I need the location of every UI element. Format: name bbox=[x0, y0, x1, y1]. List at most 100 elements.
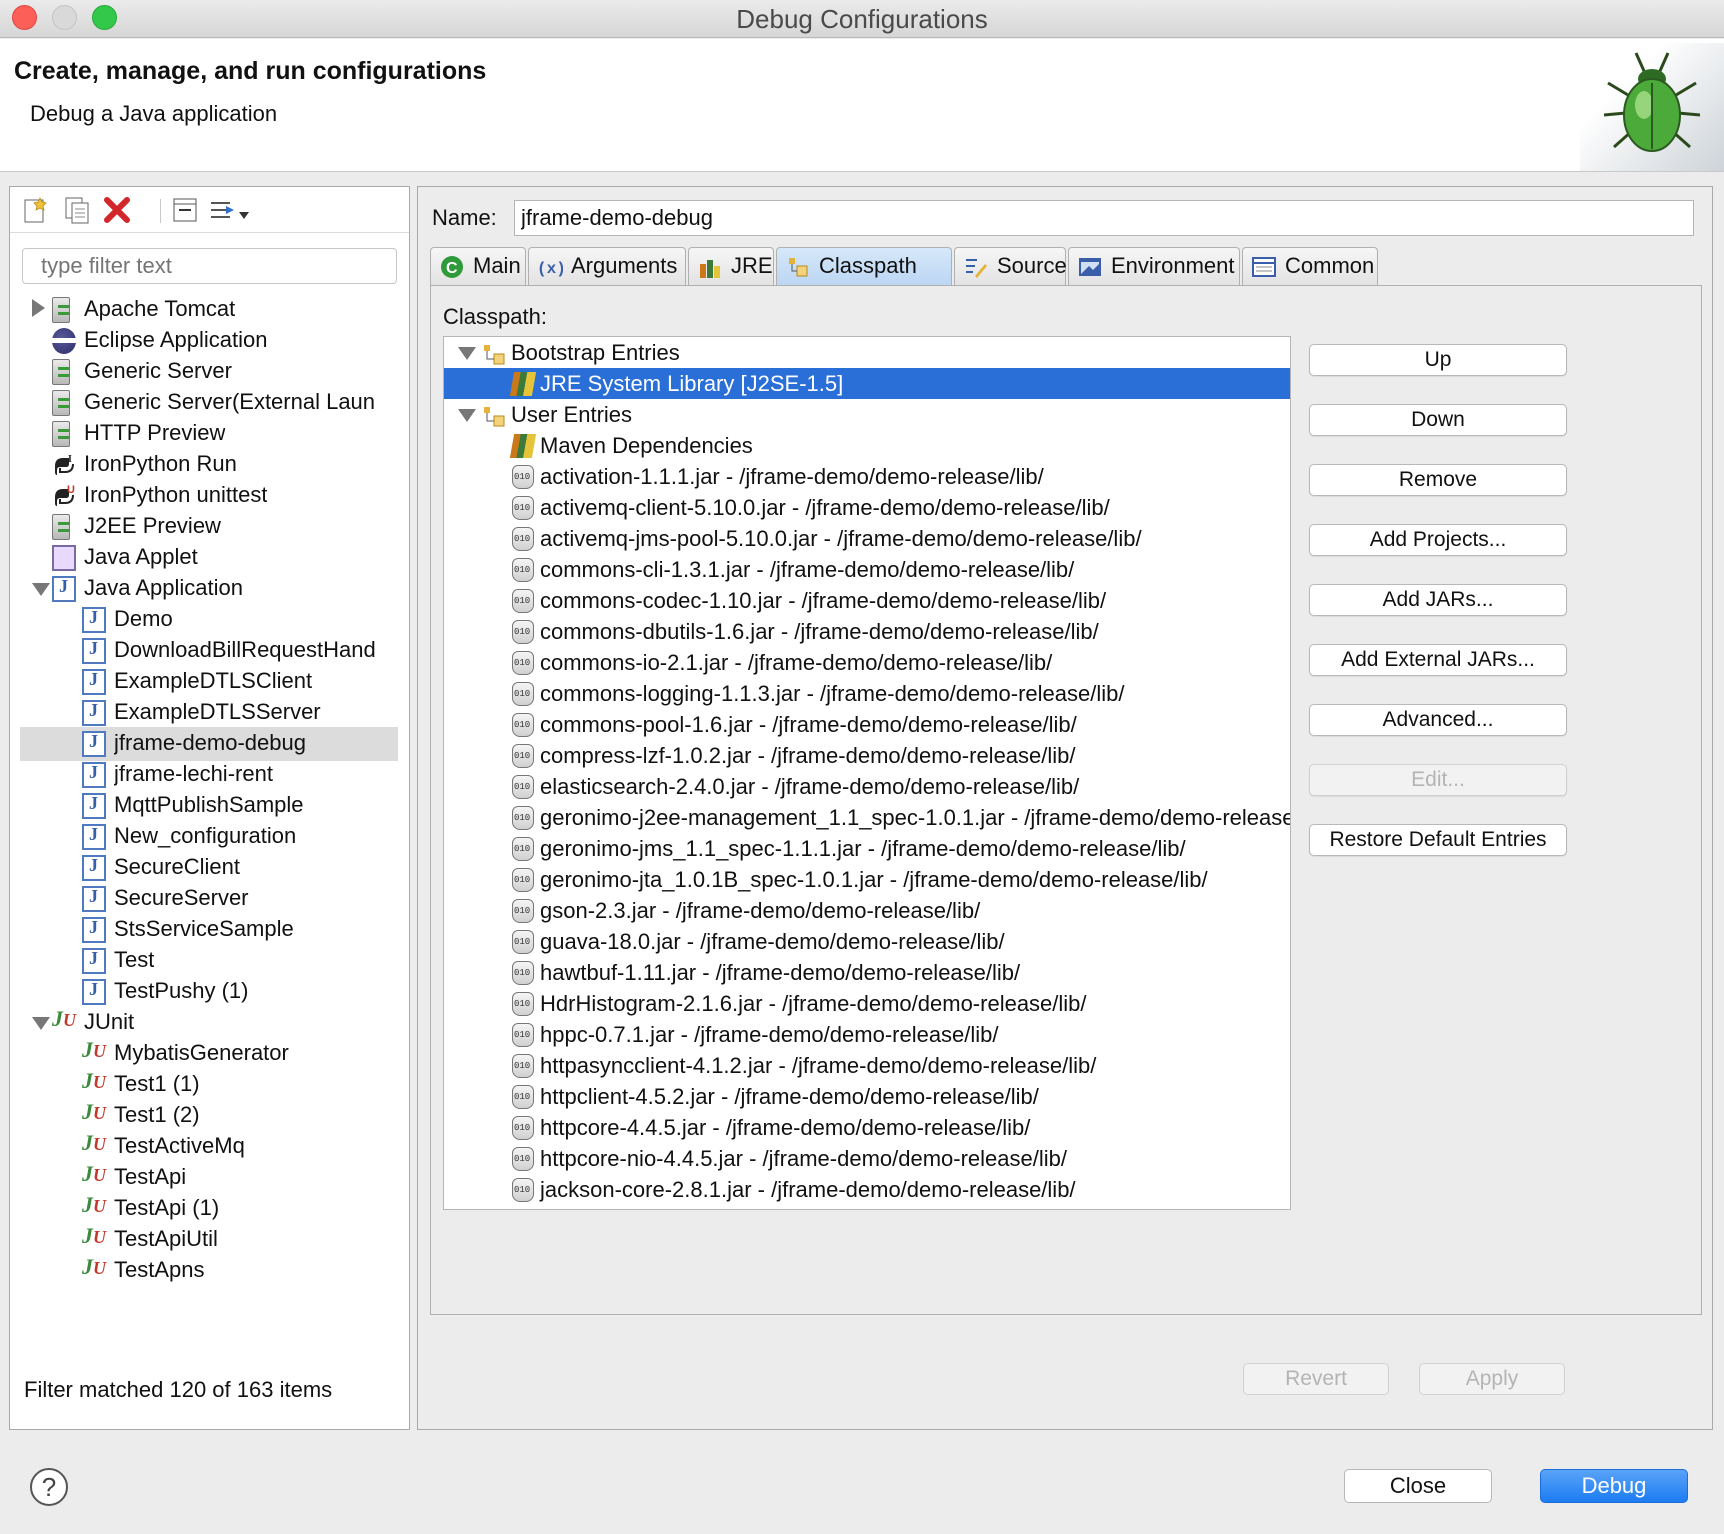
close-button[interactable]: Close bbox=[1344, 1469, 1492, 1503]
expanded-arrow-icon[interactable] bbox=[32, 1017, 50, 1030]
duplicate-icon[interactable] bbox=[62, 195, 92, 225]
classpath-entry[interactable]: guava-18.0.jar - /jframe-demo/demo-relea… bbox=[444, 926, 1290, 957]
tree-item[interactable]: DownloadBillRequestHand bbox=[10, 634, 409, 668]
tree-item[interactable]: StsServiceSample bbox=[10, 913, 409, 947]
tree-item[interactable]: SecureServer bbox=[10, 882, 409, 916]
classpath-entry[interactable]: elasticsearch-2.4.0.jar - /jframe-demo/d… bbox=[444, 771, 1290, 802]
collapsed-arrow-icon[interactable] bbox=[32, 299, 45, 317]
jar-icon bbox=[512, 620, 534, 644]
tree-item[interactable]: Apache Tomcat bbox=[10, 293, 409, 327]
advanced-button[interactable]: Advanced... bbox=[1309, 704, 1567, 736]
classpath-entry[interactable]: httpcore-nio-4.4.5.jar - /jframe-demo/de… bbox=[444, 1143, 1290, 1174]
tree-item[interactable]: Java Applet bbox=[10, 541, 409, 575]
classpath-entry[interactable]: activation-1.1.1.jar - /jframe-demo/demo… bbox=[444, 461, 1290, 492]
classpath-entry[interactable]: commons-logging-1.1.3.jar - /jframe-demo… bbox=[444, 678, 1290, 709]
tab-arguments[interactable]: (x)= Arguments bbox=[528, 247, 686, 285]
collapse-all-icon[interactable] bbox=[170, 195, 200, 225]
tree-item[interactable]: New_configuration bbox=[10, 820, 409, 854]
new-configuration-icon[interactable] bbox=[20, 195, 50, 225]
add-projects-button[interactable]: Add Projects... bbox=[1309, 524, 1567, 556]
tree-item[interactable]: Demo bbox=[10, 603, 409, 637]
delete-icon[interactable] bbox=[102, 195, 132, 225]
classpath-entry[interactable]: httpclient-4.5.2.jar - /jframe-demo/demo… bbox=[444, 1081, 1290, 1112]
remove-button[interactable]: Remove bbox=[1309, 464, 1567, 496]
tree-item[interactable]: JU TestApi (1) bbox=[10, 1192, 409, 1226]
tab-jre[interactable]: JRE bbox=[688, 247, 774, 285]
classpath-entry[interactable]: geronimo-jta_1.0.1B_spec-1.0.1.jar - /jf… bbox=[444, 864, 1290, 895]
source-icon bbox=[963, 254, 989, 280]
classpath-entry[interactable]: geronimo-jms_1.1_spec-1.1.1.jar - /jfram… bbox=[444, 833, 1290, 864]
debug-button[interactable]: Debug bbox=[1540, 1469, 1688, 1503]
tree-item[interactable]: jframe-demo-debug bbox=[20, 727, 398, 761]
classpath-entry[interactable]: jackson-core-2.8.1.jar - /jframe-demo/de… bbox=[444, 1174, 1290, 1205]
up-button[interactable]: Up bbox=[1309, 344, 1567, 376]
tab-main[interactable]: C Main bbox=[430, 247, 526, 285]
tree-item[interactable]: TestPushy (1) bbox=[10, 975, 409, 1009]
tree-item[interactable]: JU MybatisGenerator bbox=[10, 1037, 409, 1071]
help-button[interactable]: ? bbox=[30, 1468, 68, 1506]
tree-item[interactable]: J2EE Preview bbox=[10, 510, 409, 544]
classpath-entry[interactable]: httpasyncclient-4.1.2.jar - /jframe-demo… bbox=[444, 1050, 1290, 1081]
jar-icon bbox=[512, 527, 534, 551]
classpath-entry[interactable]: commons-cli-1.3.1.jar - /jframe-demo/dem… bbox=[444, 554, 1290, 585]
classpath-entry[interactable]: geronimo-j2ee-management_1.1_spec-1.0.1.… bbox=[444, 802, 1290, 833]
chevron-down-icon[interactable] bbox=[238, 201, 250, 219]
tree-item[interactable]: JU Test1 (2) bbox=[10, 1099, 409, 1133]
ironpython-unittest-icon: U bbox=[52, 483, 76, 509]
filter-input[interactable] bbox=[22, 248, 397, 284]
classpath-entry[interactable]: activemq-client-5.10.0.jar - /jframe-dem… bbox=[444, 492, 1290, 523]
classpath-entry[interactable]: httpcore-4.4.5.jar - /jframe-demo/demo-r… bbox=[444, 1112, 1290, 1143]
expanded-arrow-icon[interactable] bbox=[458, 409, 476, 422]
classpath-entry[interactable]: gson-2.3.jar - /jframe-demo/demo-release… bbox=[444, 895, 1290, 926]
classpath-group[interactable]: User Entries bbox=[444, 399, 1290, 430]
tree-item[interactable]: JU JUnit bbox=[10, 1006, 409, 1040]
classpath-entry[interactable]: HdrHistogram-2.1.6.jar - /jframe-demo/de… bbox=[444, 988, 1290, 1019]
tree-item[interactable]: MqttPublishSample bbox=[10, 789, 409, 823]
tree-item[interactable]: I IronPython Run bbox=[10, 448, 409, 482]
tab-common[interactable]: Common bbox=[1242, 247, 1378, 285]
tree-item[interactable]: JU TestApns bbox=[10, 1254, 409, 1288]
classpath-entry[interactable]: commons-pool-1.6.jar - /jframe-demo/demo… bbox=[444, 709, 1290, 740]
tree-item[interactable]: SecureClient bbox=[10, 851, 409, 885]
tab-source[interactable]: Source bbox=[954, 247, 1067, 285]
edit-button[interactable]: Edit... bbox=[1309, 764, 1567, 796]
tree-item[interactable]: Test bbox=[10, 944, 409, 978]
tab-classpath[interactable]: Classpath bbox=[776, 247, 952, 285]
classpath-entry[interactable]: compress-lzf-1.0.2.jar - /jframe-demo/de… bbox=[444, 740, 1290, 771]
revert-button[interactable]: Revert bbox=[1243, 1363, 1389, 1395]
restore-default-entries-button[interactable]: Restore Default Entries bbox=[1309, 824, 1567, 856]
classpath-entry[interactable]: commons-io-2.1.jar - /jframe-demo/demo-r… bbox=[444, 647, 1290, 678]
tree-item[interactable]: Java Application bbox=[10, 572, 409, 606]
tree-item[interactable]: Generic Server(External Laun bbox=[10, 386, 409, 420]
classpath-group[interactable]: Bootstrap Entries bbox=[444, 337, 1290, 368]
tab-environment[interactable]: Environment bbox=[1068, 247, 1240, 285]
tree-item[interactable]: HTTP Preview bbox=[10, 417, 409, 451]
tree-item[interactable]: jframe-lechi-rent bbox=[10, 758, 409, 792]
tree-item[interactable]: Eclipse Application bbox=[10, 324, 409, 358]
classpath-tree[interactable]: Bootstrap Entries JRE System Library [J2S… bbox=[443, 336, 1291, 1210]
tree-item[interactable]: ExampleDTLSServer bbox=[10, 696, 409, 730]
classpath-entry[interactable]: hppc-0.7.1.jar - /jframe-demo/demo-relea… bbox=[444, 1019, 1290, 1050]
tree-item[interactable]: JU TestApi bbox=[10, 1161, 409, 1195]
classpath-entry[interactable]: hawtbuf-1.11.jar - /jframe-demo/demo-rel… bbox=[444, 957, 1290, 988]
classpath-entry-label: activemq-client-5.10.0.jar - /jframe-dem… bbox=[540, 495, 1110, 520]
expanded-arrow-icon[interactable] bbox=[32, 583, 50, 596]
name-field[interactable] bbox=[514, 200, 1694, 236]
classpath-entry[interactable]: commons-dbutils-1.6.jar - /jframe-demo/d… bbox=[444, 616, 1290, 647]
tree-item[interactable]: ExampleDTLSClient bbox=[10, 665, 409, 699]
classpath-entry[interactable]: Maven Dependencies bbox=[444, 430, 1290, 461]
classpath-entry[interactable]: JRE System Library [J2SE-1.5] bbox=[444, 368, 1290, 399]
filter-icon[interactable] bbox=[208, 195, 238, 225]
classpath-entry[interactable]: activemq-jms-pool-5.10.0.jar - /jframe-d… bbox=[444, 523, 1290, 554]
tree-item[interactable]: JU TestActiveMq bbox=[10, 1130, 409, 1164]
tree-item[interactable]: Generic Server bbox=[10, 355, 409, 389]
tree-item[interactable]: JU Test1 (1) bbox=[10, 1068, 409, 1102]
classpath-entry[interactable]: commons-codec-1.10.jar - /jframe-demo/de… bbox=[444, 585, 1290, 616]
tree-item[interactable]: U IronPython unittest bbox=[10, 479, 409, 513]
expanded-arrow-icon[interactable] bbox=[458, 347, 476, 360]
apply-button[interactable]: Apply bbox=[1419, 1363, 1565, 1395]
down-button[interactable]: Down bbox=[1309, 404, 1567, 436]
tree-item[interactable]: JU TestApiUtil bbox=[10, 1223, 409, 1257]
add-external-jars-button[interactable]: Add External JARs... bbox=[1309, 644, 1567, 676]
add-jars-button[interactable]: Add JARs... bbox=[1309, 584, 1567, 616]
